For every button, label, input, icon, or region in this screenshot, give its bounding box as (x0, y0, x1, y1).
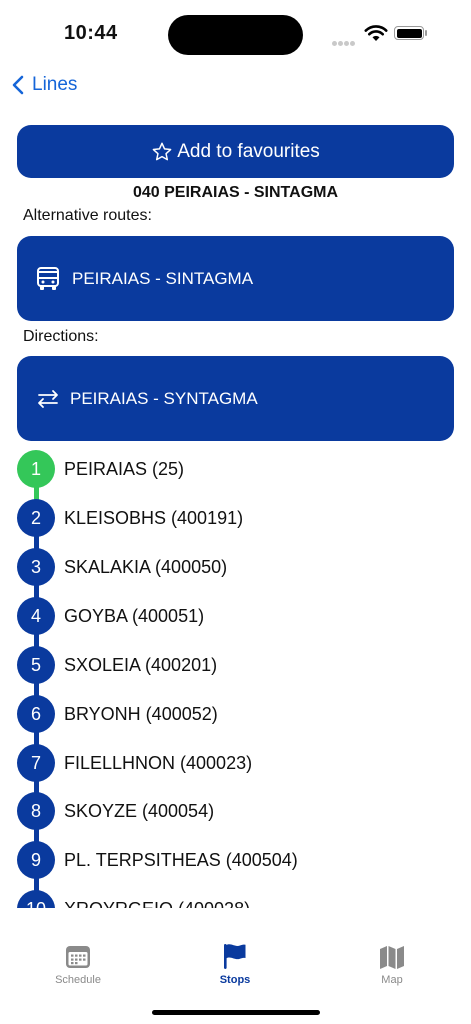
stop-item[interactable]: 3 SKALAKIA (400050) (17, 548, 227, 586)
stop-name: SKALAKIA (400050) (64, 556, 228, 577)
stop-name: FILELLHNON (400023) (64, 752, 253, 773)
stop-number-badge: 1 (17, 450, 55, 488)
stop-number-badge: 7 (17, 744, 55, 782)
add-to-favourites-button[interactable]: Add to favourites (17, 125, 454, 178)
map-icon (332, 940, 452, 970)
stop-number-badge: 8 (17, 792, 55, 830)
stop-item[interactable]: 2 KLEISOBHS (400191) (17, 499, 243, 537)
stop-item[interactable]: 1 PEIRAIAS (25) (17, 450, 184, 488)
tab-schedule[interactable]: Schedule (18, 940, 138, 986)
stop-number-badge: 6 (17, 695, 55, 733)
alternative-route-label: PEIRAIAS - SINTAGMA (72, 268, 254, 288)
stop-name: PEIRAIAS (25) (64, 458, 185, 479)
stop-name: XROYRGEIO (400028) (64, 899, 250, 909)
flag-icon (175, 940, 295, 970)
stop-number-badge: 3 (17, 548, 55, 586)
stop-name: KLEISOBHS (400191) (64, 507, 244, 528)
direction-label: PEIRAIAS - SYNTAGMA (70, 388, 258, 408)
stop-number-badge: 2 (17, 499, 55, 537)
add-to-favourites-label: Add to favourites (177, 140, 320, 162)
battery-icon (394, 26, 424, 40)
status-bar: 10:44 (0, 0, 471, 64)
tab-stops[interactable]: Stops (175, 940, 295, 986)
stop-number-badge: 10 (17, 890, 55, 908)
stop-item[interactable]: 6 BRYONH (400052) (17, 695, 218, 733)
directions-label: Directions: (23, 328, 99, 345)
bus-icon (36, 266, 60, 292)
stop-item[interactable]: 4 GOYBA (400051) (17, 597, 204, 635)
stop-name: SXOLEIA (400201) (64, 654, 218, 675)
direction-button[interactable]: PEIRAIAS - SYNTAGMA (17, 356, 454, 441)
alternative-route-button[interactable]: PEIRAIAS - SINTAGMA (17, 236, 454, 321)
stop-number-badge: 4 (17, 597, 55, 635)
stop-name: BRYONH (400052) (64, 703, 218, 724)
stop-item[interactable]: 7 FILELLHNON (400023) (17, 744, 252, 782)
stops-list[interactable]: 1 PEIRAIAS (25) 2 KLEISOBHS (400191) 3 S… (0, 450, 471, 908)
tab-bar: Schedule Stops Map (0, 908, 471, 1024)
status-time: 10:44 (64, 22, 118, 44)
back-label: Lines (32, 74, 78, 95)
battery-tip (425, 30, 427, 36)
stop-number-badge: 9 (17, 841, 55, 879)
chevron-left-icon (12, 75, 24, 95)
home-indicator (152, 1010, 320, 1015)
cellular-signal-icon (332, 33, 356, 51)
alternative-routes-label: Alternative routes: (23, 207, 152, 224)
swap-arrows-icon (36, 387, 60, 411)
stop-name: SKOYZE (400054) (64, 800, 215, 821)
stop-name: GOYBA (400051) (64, 605, 205, 626)
stop-item[interactable]: 8 SKOYZE (400054) (17, 792, 214, 830)
stop-item[interactable]: 9 PL. TERPSITHEAS (400504) (17, 841, 298, 879)
tab-stops-label: Stops (219, 974, 251, 986)
stop-item[interactable]: 5 SXOLEIA (400201) (17, 646, 217, 684)
calendar-icon (18, 940, 138, 970)
stop-item[interactable]: 10 XROYRGEIO (400028) (17, 890, 250, 908)
star-icon (152, 142, 172, 160)
wifi-icon (364, 24, 388, 47)
stop-name: PL. TERPSITHEAS (400504) (64, 849, 298, 870)
line-title: 040 PEIRAIAS - SINTAGMA (132, 184, 339, 201)
tab-map[interactable]: Map (332, 940, 452, 986)
tab-map-label: Map (381, 974, 403, 986)
back-button[interactable]: Lines (12, 70, 77, 100)
stop-number-badge: 5 (17, 646, 55, 684)
dynamic-island (168, 15, 303, 55)
tab-schedule-label: Schedule (55, 974, 101, 986)
